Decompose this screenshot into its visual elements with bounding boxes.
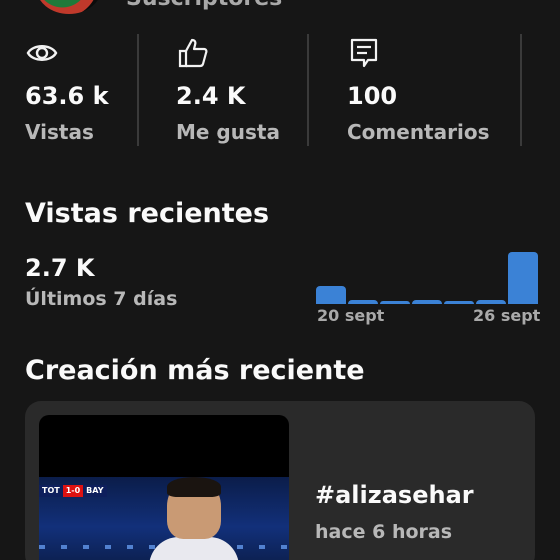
chart-bar-7 <box>507 252 538 304</box>
chart-bar-6 <box>475 299 507 304</box>
likes-label: Me gusta <box>176 120 280 144</box>
latest-video-card[interactable]: TOT 1-0 BAY #alizasehar hace 6 horas <box>25 401 535 560</box>
channel-avatar[interactable] <box>36 0 102 14</box>
recent-views-period: Últimos 7 días <box>25 288 178 310</box>
chart-bar-2 <box>347 299 379 304</box>
stats-row: 63.6 k Vistas 2.4 K Me gusta 100 Comenta… <box>0 30 560 146</box>
divider <box>307 34 309 146</box>
comments-value: 100 <box>347 82 398 110</box>
chart-bar-3 <box>379 301 411 304</box>
score-value: 1-0 <box>62 485 84 497</box>
eye-icon <box>26 45 58 61</box>
chart-bar-5 <box>443 301 475 304</box>
divider <box>137 34 139 146</box>
subscribers-label: Suscriptores <box>126 0 282 11</box>
likes-value: 2.4 K <box>176 82 246 110</box>
score-team-away: BAY <box>83 485 107 497</box>
channel-header: Suscriptores <box>0 0 560 20</box>
recent-views-value: 2.7 K <box>25 254 95 282</box>
recent-views-chart[interactable] <box>316 238 538 304</box>
comment-icon <box>350 38 378 68</box>
video-thumbnail[interactable]: TOT 1-0 BAY <box>39 415 289 560</box>
recent-views-title: Vistas recientes <box>25 198 270 229</box>
chart-bar-1 <box>316 285 347 304</box>
chart-start-label: 20 sept <box>317 306 385 325</box>
scoreboard: TOT 1-0 BAY <box>39 485 107 497</box>
chart-bar-4 <box>411 299 443 304</box>
video-time-ago: hace 6 horas <box>315 521 453 543</box>
score-team-home: TOT <box>39 485 63 497</box>
thumbs-up-icon <box>178 38 208 68</box>
video-title[interactable]: #alizasehar <box>315 481 474 509</box>
player-hair <box>167 477 221 497</box>
latest-creation-title: Creación más reciente <box>25 355 365 386</box>
views-value: 63.6 k <box>25 82 109 110</box>
chart-end-label: 26 sept <box>473 306 541 325</box>
divider <box>520 34 522 146</box>
comments-label: Comentarios <box>347 120 490 144</box>
views-label: Vistas <box>25 120 94 144</box>
